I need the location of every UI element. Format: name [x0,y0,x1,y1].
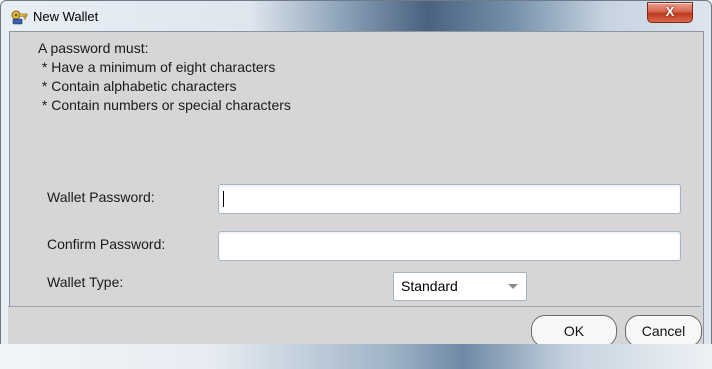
confirm-password-field[interactable] [218,231,681,261]
requirement-item: * Have a minimum of eight characters [38,59,276,75]
close-button[interactable]: X [647,2,693,23]
requirement-item: * Contain alphabetic characters [38,78,237,94]
text-caret [223,191,224,207]
wallet-password-label: Wallet Password: [47,189,155,205]
close-icon: X [665,4,675,19]
window-title: New Wallet [33,9,99,24]
requirements-heading: A password must: [38,40,149,56]
requirement-item: * Contain numbers or special characters [38,97,291,113]
wallet-type-select[interactable]: Standard [393,272,527,301]
confirm-password-label: Confirm Password: [47,236,166,252]
wallet-password-field[interactable] [218,184,681,214]
wallet-type-value: Standard [401,278,458,294]
background-desktop-strip [0,344,712,369]
password-requirements: A password must: * Have a minimum of eig… [38,39,291,115]
ok-button[interactable]: OK [531,315,617,347]
cancel-button[interactable]: Cancel [625,315,702,347]
key-wallet-icon [11,9,29,25]
wallet-type-label: Wallet Type: [47,274,124,290]
title-bar[interactable]: New Wallet X [1,1,711,31]
chevron-down-icon [508,284,518,289]
